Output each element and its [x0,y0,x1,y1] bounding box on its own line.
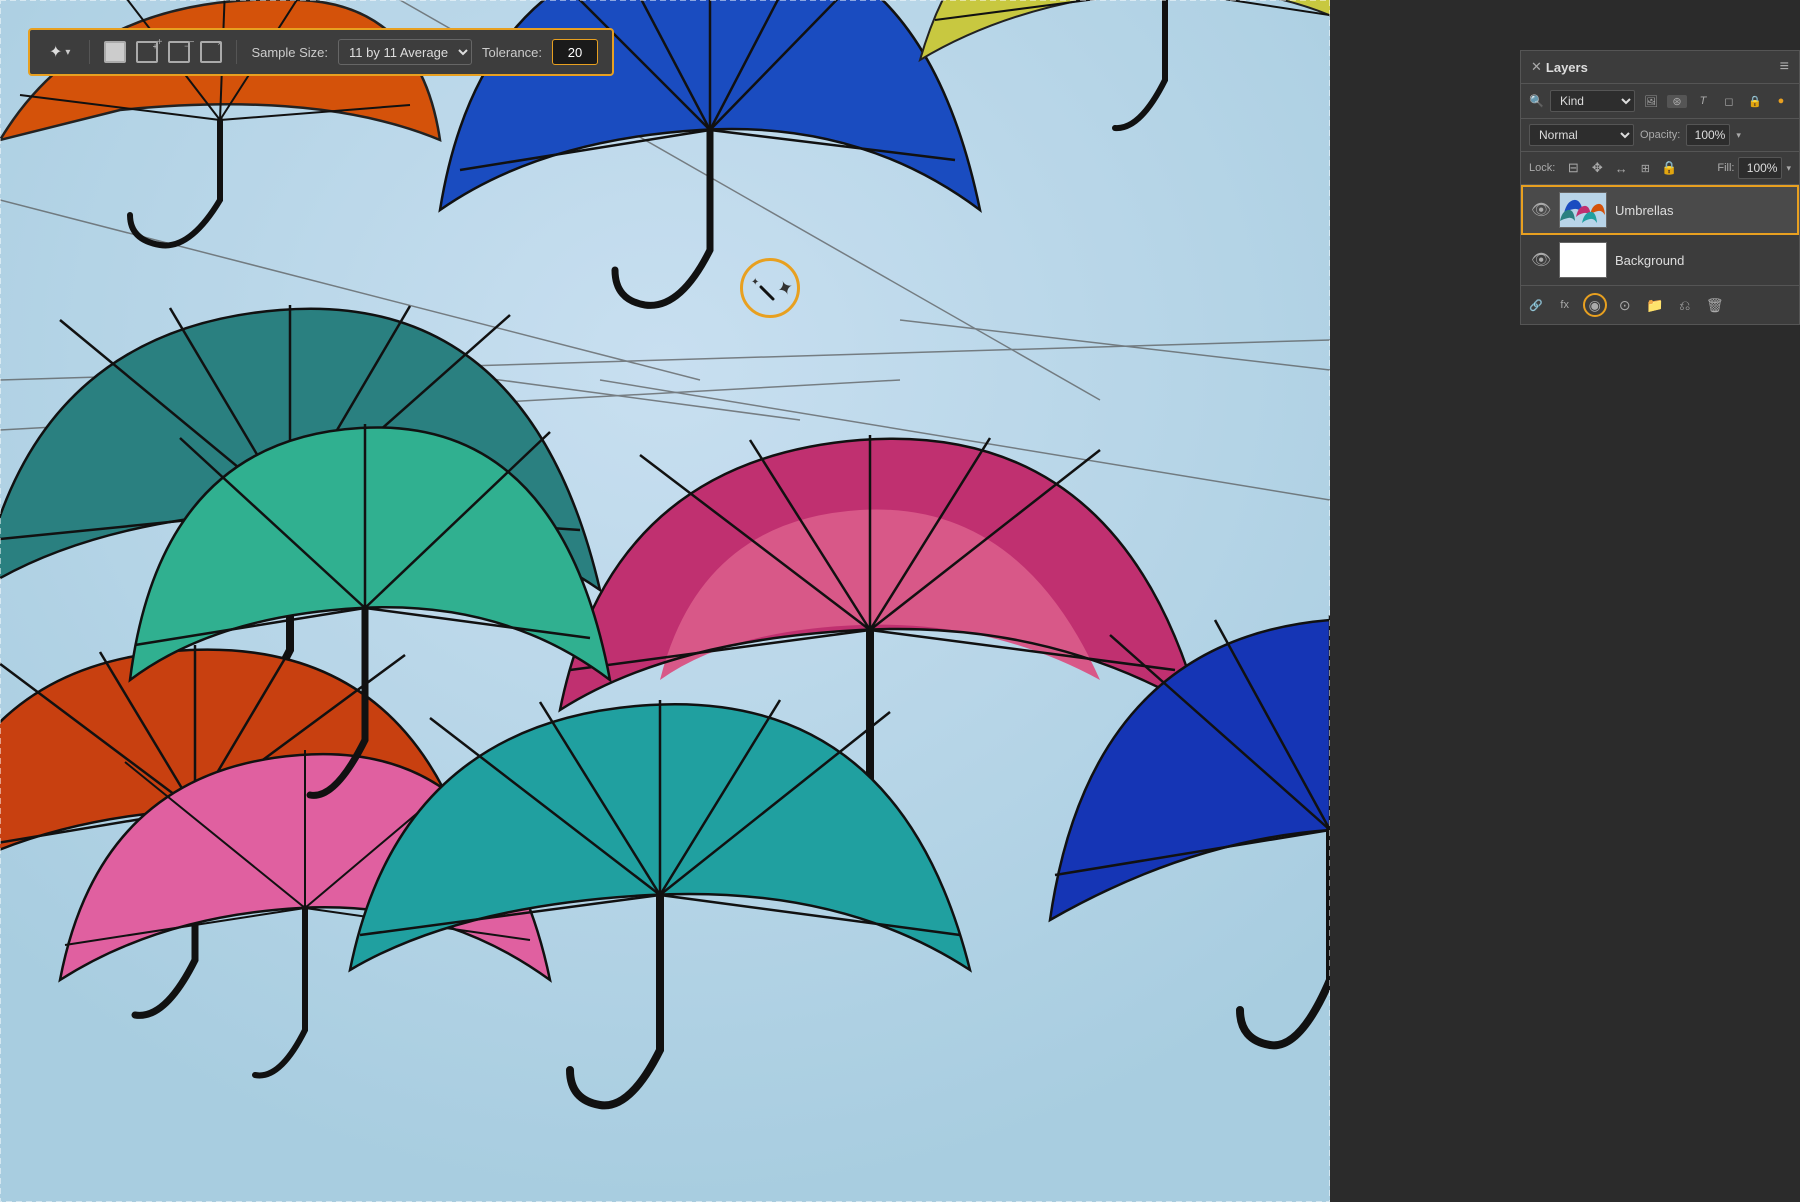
sample-size-label: Sample Size: [251,45,328,60]
opacity-input[interactable] [1686,124,1730,146]
sample-mode-subtract-button[interactable]: − [168,41,190,63]
layers-lock-row: Lock: ⊟ ✥ ↔ ⊞ 🔒 Fill: ▾ [1521,152,1799,185]
tolerance-input[interactable] [552,39,598,65]
layers-panel-header: ✕ Layers ≡ [1521,51,1799,84]
sample-mode-intersect-button[interactable]: × [200,41,222,63]
fill-label: Fill: [1717,162,1734,174]
filter-type-icon[interactable]: T [1693,95,1713,107]
magic-wand-tool-button[interactable]: ✦ ▾ [44,38,75,66]
delete-layer-button[interactable]: 🗑 [1703,293,1727,317]
layers-panel: ✕ Layers ≡ 🔍 Kind 🖼 ⊛ T ◻ 🔒 ● Normal Opa… [1520,50,1800,325]
sample-mode-new-button[interactable] [104,41,126,63]
sample-size-select[interactable]: 11 by 11 Average [338,39,472,65]
layers-panel-close-button[interactable]: ✕ [1531,59,1542,75]
new-layer-button[interactable]: ⎌ [1673,293,1697,317]
blend-mode-select[interactable]: Normal [1529,124,1634,146]
filter-search-icon: 🔍 [1529,94,1544,108]
filter-shape-icon[interactable]: ◻ [1719,95,1739,108]
opacity-arrow[interactable]: ▾ [1736,130,1741,141]
filter-pixel-icon[interactable]: 🖼 [1641,95,1661,108]
layers-panel-menu-button[interactable]: ≡ [1780,58,1789,76]
layer-background-thumbnail [1559,242,1607,278]
toolbar-separator-1 [89,40,90,64]
layer-background-visibility[interactable]: 👁 [1531,250,1551,270]
filter-kind-select[interactable]: Kind [1550,90,1635,112]
lock-position-button[interactable]: ↔ [1611,161,1631,176]
layers-panel-title: Layers [1546,60,1588,75]
lock-artboard-button[interactable]: ⊞ [1635,162,1655,175]
magic-wand-icon: ✦ [49,42,62,62]
layers-blend-row: Normal Opacity: ▾ [1521,119,1799,152]
tool-dropdown-arrow: ▾ [65,47,70,58]
lock-transparent-button[interactable]: ⊟ [1563,160,1583,176]
tolerance-label: Tolerance: [482,45,542,60]
link-icon: 🔗 [1529,299,1543,312]
fill-arrow[interactable]: ▾ [1786,163,1791,174]
fill-input[interactable] [1738,157,1782,179]
svg-text:✦: ✦ [751,277,759,288]
toolbar-separator-2 [236,40,237,64]
lock-all-button[interactable]: 🔒 [1659,160,1679,176]
layer-umbrellas[interactable]: 👁 Umbrellas [1521,185,1799,235]
toolbar: ✦ ▾ + − × Sample Size: 11 by 11 Average … [28,28,614,76]
layer-umbrellas-visibility[interactable]: 👁 [1531,200,1551,220]
filter-adjustment-icon[interactable]: ⊛ [1667,95,1687,108]
filter-smart-icon[interactable]: 🔒 [1745,95,1765,108]
add-mask-button[interactable]: ⊙ [1613,293,1637,317]
canvas-image: ✦ [0,0,1330,1202]
opacity-label: Opacity: [1640,129,1680,141]
layer-background[interactable]: 👁 Background [1521,235,1799,285]
lock-label: Lock: [1529,162,1555,174]
layer-background-name: Background [1615,253,1789,268]
filter-on-off-icon[interactable]: ● [1771,95,1791,107]
new-group-button[interactable]: 📁 [1643,293,1667,317]
canvas-area[interactable]: ✦ [0,0,1330,1202]
add-fx-button[interactable]: fx [1553,293,1577,317]
layer-umbrellas-name: Umbrellas [1615,203,1789,218]
add-adjustment-button[interactable]: ◉ [1583,293,1607,317]
sample-mode-add-button[interactable]: + [136,41,158,63]
layers-bottom-bar: 🔗 fx ◉ ⊙ 📁 ⎌ 🗑 [1521,285,1799,324]
layer-umbrellas-thumbnail [1559,192,1607,228]
lock-image-button[interactable]: ✥ [1587,160,1607,176]
magic-wand-cursor: ✦ [740,258,800,318]
layers-filter-row: 🔍 Kind 🖼 ⊛ T ◻ 🔒 ● [1521,84,1799,119]
